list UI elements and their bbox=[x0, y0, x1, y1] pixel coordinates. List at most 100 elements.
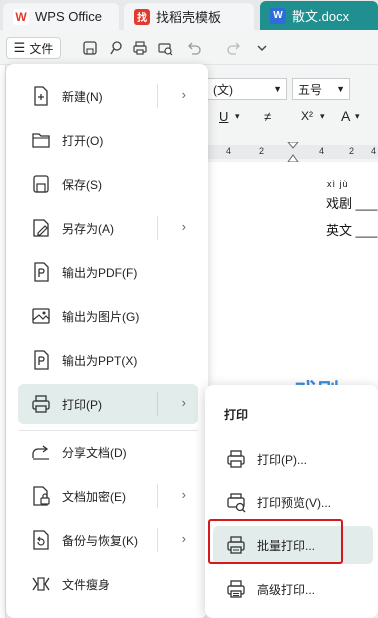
menu-item-label: 打印(P) bbox=[62, 397, 102, 412]
strikethrough-icon[interactable]: ≠ bbox=[264, 109, 271, 124]
menu-item-label: 文件瘦身 bbox=[62, 577, 111, 592]
separator bbox=[157, 84, 158, 108]
chevron-right-icon[interactable]: › bbox=[182, 87, 186, 102]
print-submenu: 打印 打印(P)... 打印预览(V)... 批量打印... 高级打印... bbox=[205, 385, 378, 618]
menu-item-label: 打开(O) bbox=[62, 133, 104, 148]
chevron-right-icon[interactable]: › bbox=[182, 395, 186, 410]
print-icon[interactable] bbox=[132, 40, 148, 56]
separator bbox=[157, 484, 158, 508]
submenu-item-advanced-print[interactable]: 高级打印... bbox=[213, 570, 373, 608]
tab-label: WPS Office bbox=[35, 9, 102, 24]
chevron-down-icon: ▼ bbox=[336, 84, 345, 94]
advanced-print-icon bbox=[227, 580, 245, 598]
encrypt-icon bbox=[33, 486, 50, 506]
menu-item-export-ppt[interactable]: 输出为PPT(X) bbox=[18, 340, 198, 380]
menu-item-save[interactable]: 保存(S) bbox=[18, 164, 198, 204]
superscript-icon[interactable]: X² bbox=[301, 109, 313, 123]
indent-marker-icon[interactable] bbox=[287, 142, 299, 162]
chevron-down-icon[interactable]: ▾ bbox=[235, 111, 240, 122]
menu-item-label: 备份与恢复(K) bbox=[62, 533, 138, 548]
more-icon[interactable] bbox=[254, 40, 270, 56]
menu-item-open[interactable]: 打开(O) bbox=[18, 120, 198, 160]
print-icon bbox=[32, 395, 50, 413]
format-ribbon: (文) ▼ 五号 ▼ U ▾ ≠ X² ▾ A ▾ bbox=[207, 78, 378, 130]
file-label: 文件 bbox=[29, 41, 54, 56]
menu-item-save-as[interactable]: 另存为(A) › bbox=[18, 208, 198, 248]
print-icon bbox=[227, 450, 245, 468]
menu-item-export-pdf[interactable]: 输出为PDF(F) bbox=[18, 252, 198, 292]
print-preview-icon[interactable] bbox=[157, 40, 173, 56]
image-icon bbox=[32, 308, 50, 324]
menu-item-print[interactable]: 打印(P) › bbox=[18, 384, 198, 424]
font-effect-icon[interactable]: A bbox=[341, 108, 350, 124]
save-icon[interactable] bbox=[82, 40, 98, 56]
font-size-select[interactable]: 五号 ▼ bbox=[292, 78, 350, 100]
font-name-select[interactable]: (文) ▼ bbox=[207, 78, 287, 100]
print-preview-icon bbox=[227, 493, 246, 513]
ruler-tick: 2 bbox=[349, 146, 355, 156]
ppt-icon bbox=[34, 350, 49, 370]
word-doc-icon: W bbox=[270, 7, 286, 24]
submenu-item-label: 高级打印... bbox=[257, 582, 316, 597]
menu-item-export-image[interactable]: 输出为图片(G) bbox=[18, 296, 198, 336]
horizontal-ruler: 4 2 4 2 4 bbox=[207, 142, 378, 162]
chevron-right-icon[interactable]: › bbox=[182, 219, 186, 234]
menu-item-backup[interactable]: 备份与恢复(K) › bbox=[18, 520, 198, 560]
menu-item-share[interactable]: 分享文档(D) bbox=[18, 432, 198, 472]
menu-icon: ☰ bbox=[13, 40, 26, 55]
menu-item-label: 分享文档(D) bbox=[62, 445, 127, 460]
template-icon: 找 bbox=[134, 8, 150, 25]
separator bbox=[157, 528, 158, 552]
undo-icon[interactable] bbox=[186, 40, 202, 56]
menu-item-label: 另存为(A) bbox=[62, 221, 114, 236]
submenu-item-print[interactable]: 打印(P)... bbox=[213, 440, 373, 478]
save-icon bbox=[33, 175, 49, 193]
slim-icon bbox=[32, 577, 50, 591]
underline-icon[interactable]: U bbox=[219, 109, 228, 124]
submenu-title: 打印 bbox=[224, 408, 249, 422]
file-menu: 新建(N) › 打开(O) 保存(S) 另存为(A) › 输出为PDF(F) 输… bbox=[6, 64, 208, 618]
tab-label: 散文.docx bbox=[292, 9, 350, 24]
tab-template[interactable]: 找 找稻壳模板 bbox=[124, 3, 254, 30]
menu-item-slim[interactable]: 文件瘦身 bbox=[18, 564, 198, 604]
folder-icon bbox=[32, 133, 50, 148]
quick-toolbar: ☰ 文件 bbox=[0, 30, 378, 65]
wps-logo-icon: W bbox=[13, 8, 29, 25]
tab-wps-office[interactable]: W WPS Office bbox=[3, 3, 119, 30]
backup-icon bbox=[33, 530, 49, 550]
ruler-tick: 4 bbox=[319, 146, 325, 156]
chevron-down-icon: ▼ bbox=[273, 84, 282, 94]
save-as-icon bbox=[33, 219, 49, 237]
new-icon bbox=[34, 86, 48, 106]
separator bbox=[157, 216, 158, 240]
file-menu-button[interactable]: ☰ 文件 bbox=[6, 37, 61, 59]
font-name-value: (文) bbox=[213, 82, 233, 97]
menu-divider bbox=[18, 430, 198, 431]
tab-document[interactable]: W 散文.docx bbox=[260, 1, 378, 30]
menu-item-encrypt[interactable]: 文档加密(E) › bbox=[18, 476, 198, 516]
submenu-item-label: 打印(P)... bbox=[257, 452, 307, 467]
menu-item-label: 输出为PDF(F) bbox=[62, 265, 138, 280]
share-icon bbox=[32, 445, 49, 460]
tab-label: 找稻壳模板 bbox=[156, 10, 222, 25]
pdf-icon bbox=[34, 262, 49, 282]
menu-item-label: 输出为图片(G) bbox=[62, 309, 140, 324]
chevron-right-icon[interactable]: › bbox=[182, 487, 186, 502]
pinyin-text: xì jù bbox=[327, 179, 349, 189]
menu-item-new[interactable]: 新建(N) › bbox=[18, 76, 198, 116]
ruler-tick: 4 bbox=[226, 146, 232, 156]
menu-item-label: 输出为PPT(X) bbox=[62, 353, 138, 368]
submenu-item-label: 打印预览(V)... bbox=[257, 495, 331, 510]
menu-item-label: 文档加密(E) bbox=[62, 489, 126, 504]
submenu-item-print-preview[interactable]: 打印预览(V)... bbox=[213, 483, 373, 521]
chevron-right-icon[interactable]: › bbox=[182, 531, 186, 546]
menu-item-label: 保存(S) bbox=[62, 177, 102, 192]
document-line: 戏剧 ___ bbox=[326, 196, 378, 211]
tab-bar: W WPS Office 找 找稻壳模板 W 散文.docx bbox=[0, 0, 378, 30]
format-painter-icon[interactable] bbox=[108, 40, 124, 56]
chevron-down-icon[interactable]: ▾ bbox=[320, 111, 325, 122]
menu-item-label: 新建(N) bbox=[62, 89, 103, 104]
chevron-down-icon[interactable]: ▾ bbox=[355, 111, 360, 122]
redo-icon[interactable] bbox=[226, 40, 242, 56]
ruler-tick: 2 bbox=[259, 146, 265, 156]
